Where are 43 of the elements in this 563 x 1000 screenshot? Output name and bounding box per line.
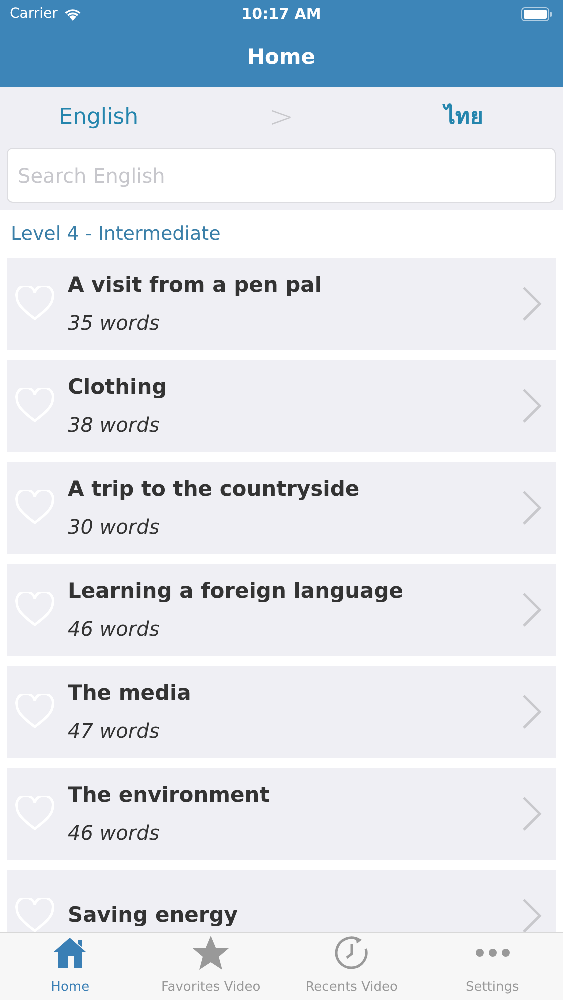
target-language[interactable]: ไทย bbox=[444, 101, 484, 134]
clock-icon bbox=[334, 936, 369, 970]
word-count: 38 words bbox=[68, 412, 161, 439]
chevron-icon bbox=[522, 592, 542, 628]
source-language[interactable]: English bbox=[59, 101, 139, 134]
carrier-label: Carrier bbox=[10, 4, 58, 24]
star-icon bbox=[192, 935, 230, 972]
tab-item[interactable]: Home bbox=[0, 933, 141, 1000]
lesson-row[interactable]: A trip to the countryside 30 words bbox=[7, 462, 556, 554]
more-icon bbox=[474, 948, 511, 958]
chevron-icon bbox=[522, 286, 542, 322]
chevron-icon bbox=[522, 796, 542, 832]
word-count: 46 words bbox=[68, 616, 161, 643]
lesson-row[interactable]: Clothing 38 words bbox=[7, 360, 556, 452]
word-count: 35 words bbox=[68, 310, 161, 337]
chevron-icon bbox=[522, 694, 542, 730]
word-count: 30 words bbox=[68, 514, 161, 541]
chevron-icon bbox=[522, 388, 542, 424]
search-field[interactable]: Search English bbox=[7, 148, 556, 203]
section-header: Level 4 - Intermediate bbox=[11, 222, 221, 247]
lesson-title: A visit from a pen pal bbox=[68, 272, 324, 300]
direction-arrow: > bbox=[268, 99, 294, 137]
lesson-row[interactable]: Learning a foreign language 46 words bbox=[7, 564, 556, 656]
chevron-icon bbox=[522, 490, 542, 526]
battery-icon bbox=[521, 6, 553, 22]
clock-time: 10:17 AM bbox=[242, 4, 322, 25]
lesson-row[interactable]: The environment 46 words bbox=[7, 768, 556, 860]
chevron-icon bbox=[522, 898, 542, 932]
word-count: 46 words bbox=[68, 820, 161, 847]
lesson-row[interactable]: Saving energy bbox=[7, 870, 556, 932]
screen-title: Home bbox=[247, 44, 316, 71]
home-icon bbox=[53, 937, 88, 970]
lesson-title: The media bbox=[68, 680, 192, 708]
lesson-title: Saving energy bbox=[68, 902, 239, 930]
heart-icon[interactable] bbox=[15, 898, 55, 932]
wifi-icon bbox=[64, 8, 82, 20]
word-count: 47 words bbox=[68, 718, 161, 745]
lesson-title: A trip to the countryside bbox=[68, 476, 361, 504]
lesson-row[interactable]: The media 47 words bbox=[7, 666, 556, 758]
lesson-title: Clothing bbox=[68, 374, 168, 402]
lesson-row[interactable]: A visit from a pen pal 35 words bbox=[7, 258, 556, 350]
lesson-title: The environment bbox=[68, 782, 271, 810]
lesson-title: Learning a foreign language bbox=[68, 578, 404, 606]
